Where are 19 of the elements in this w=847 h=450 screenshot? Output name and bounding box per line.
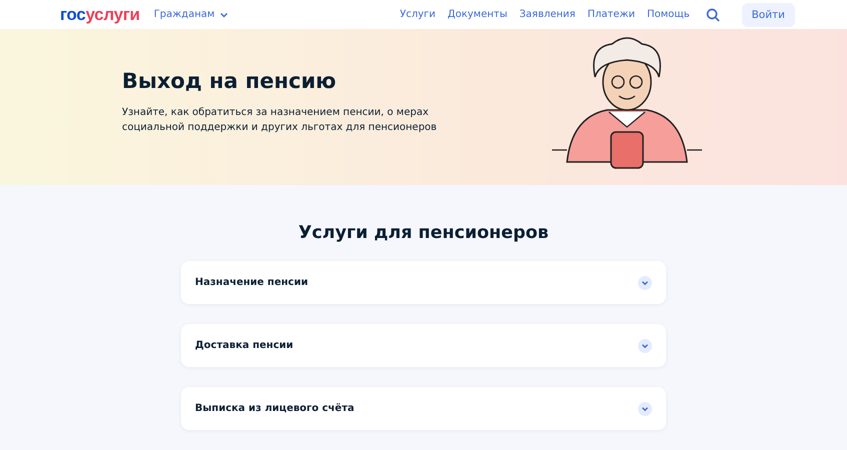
hero-description: Узнайте, как обратиться за назначением пенсии, о мерах социальной поддержки и других льготах для пенсионеров: [122, 106, 438, 136]
nav-link[interactable]: Заявления: [519, 9, 576, 20]
nav-link[interactable]: Услуги: [400, 9, 436, 20]
login-button[interactable]: Войти: [742, 2, 795, 27]
service-accordion-item[interactable]: Доставка пенсии: [181, 324, 666, 367]
chevron-icon: [638, 338, 652, 352]
search-icon[interactable]: [706, 8, 720, 22]
service-accordion-item[interactable]: Назначение пенсии: [181, 261, 666, 304]
nav-link[interactable]: Документы: [448, 9, 508, 20]
chevron-down-icon: [220, 12, 228, 18]
page-title: Выход на пенсию: [122, 69, 338, 94]
chevron-icon: [638, 276, 652, 290]
nav-link[interactable]: Платежи: [587, 9, 635, 20]
chevron-icon: [638, 402, 652, 416]
service-accordion-item[interactable]: Выписка из лицевого счёта: [181, 387, 666, 430]
section-title: Услуги для пенсионеров: [298, 223, 549, 243]
audience-dropdown[interactable]: Гражданам: [154, 9, 228, 20]
site-logo[interactable]: госуслуги: [60, 4, 140, 25]
nav-link[interactable]: Помощь: [646, 9, 690, 20]
